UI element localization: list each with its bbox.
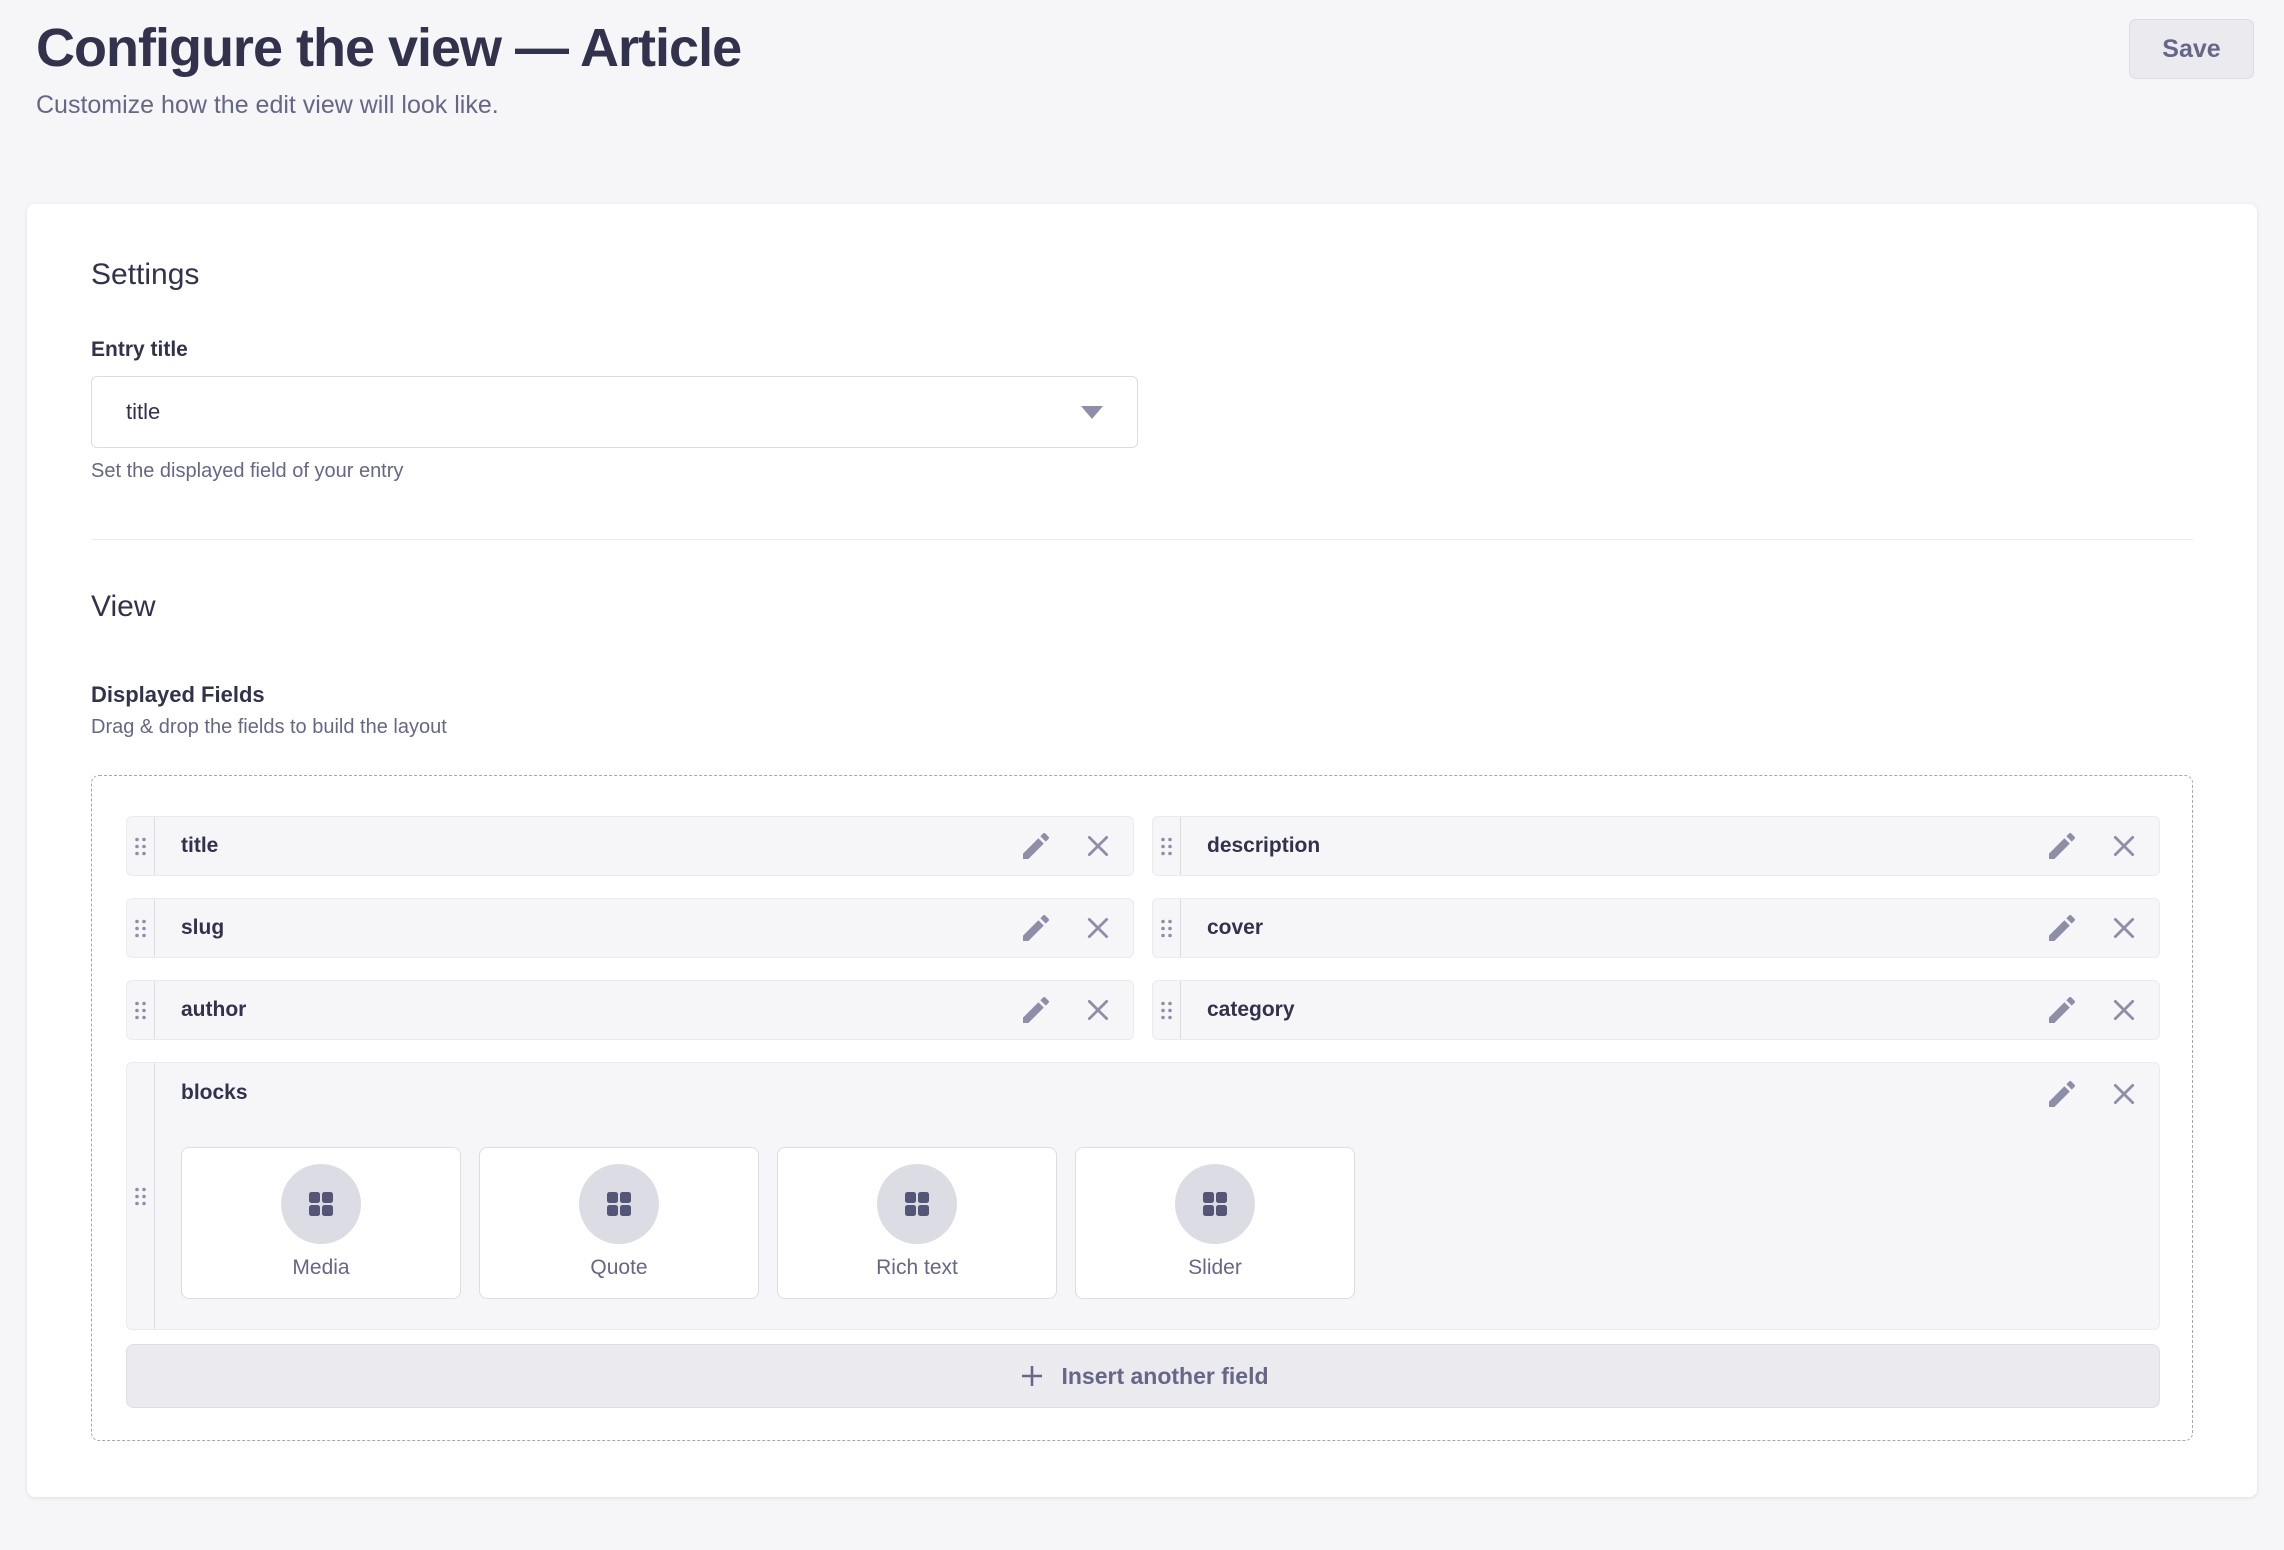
- field-row-slug[interactable]: slug: [126, 898, 1134, 958]
- field-row-blocks[interactable]: blocks Media: [126, 1062, 2160, 1330]
- cross-icon: [1085, 833, 1111, 859]
- configure-view-page: Configure the view — Article Customize h…: [0, 0, 2284, 1497]
- section-divider: [91, 539, 2193, 540]
- component-grid-icon: [307, 1190, 335, 1218]
- cross-icon: [2111, 997, 2137, 1023]
- drag-dots-icon: [134, 1000, 147, 1021]
- entry-title-select-value: title: [126, 399, 160, 425]
- component-grid-icon: [1201, 1190, 1229, 1218]
- remove-field-button[interactable]: [1085, 997, 1111, 1023]
- cross-icon: [1085, 997, 1111, 1023]
- component-icon-circle: [1175, 1164, 1255, 1244]
- edit-field-button[interactable]: [1023, 833, 1049, 859]
- field-name-label: category: [1181, 981, 2049, 1039]
- component-card-media[interactable]: Media: [181, 1147, 461, 1299]
- drag-handle-icon[interactable]: [127, 1063, 155, 1329]
- edit-field-button[interactable]: [2049, 1081, 2075, 1107]
- displayed-fields-label: Displayed Fields: [91, 682, 2193, 708]
- drag-dots-icon: [134, 1186, 147, 1207]
- content-card: Settings Entry title title Set the displ…: [27, 204, 2257, 1497]
- pencil-icon: [2049, 997, 2075, 1023]
- field-row-description[interactable]: description: [1152, 816, 2160, 876]
- cross-icon: [2111, 1081, 2137, 1107]
- fields-drop-zone: title description: [91, 775, 2193, 1441]
- drag-dots-icon: [1160, 836, 1173, 857]
- field-row-cover[interactable]: cover: [1152, 898, 2160, 958]
- save-button[interactable]: Save: [2129, 19, 2254, 79]
- drag-dots-icon: [1160, 918, 1173, 939]
- field-name-label: slug: [155, 899, 1023, 957]
- drag-handle-icon[interactable]: [1153, 981, 1181, 1039]
- drag-handle-icon[interactable]: [127, 817, 155, 875]
- drag-handle-icon[interactable]: [127, 981, 155, 1039]
- component-card-quote[interactable]: Quote: [479, 1147, 759, 1299]
- blocks-content: blocks Media: [155, 1063, 2159, 1329]
- component-label: Quote: [590, 1256, 647, 1280]
- drag-handle-icon[interactable]: [127, 899, 155, 957]
- entry-title-select[interactable]: title: [91, 376, 1138, 448]
- edit-field-button[interactable]: [2049, 915, 2075, 941]
- edit-field-button[interactable]: [1023, 997, 1049, 1023]
- component-label: Media: [292, 1256, 349, 1280]
- displayed-fields-hint: Drag & drop the fields to build the layo…: [91, 716, 2193, 739]
- remove-field-button[interactable]: [2111, 833, 2137, 859]
- component-card-slider[interactable]: Slider: [1075, 1147, 1355, 1299]
- page-header: Configure the view — Article Customize h…: [0, 0, 2284, 120]
- drag-dots-icon: [134, 918, 147, 939]
- view-heading: View: [91, 588, 2193, 626]
- cross-icon: [2111, 833, 2137, 859]
- component-card-rich-text[interactable]: Rich text: [777, 1147, 1057, 1299]
- edit-field-button[interactable]: [1023, 915, 1049, 941]
- field-row-title[interactable]: title: [126, 816, 1134, 876]
- page-title: Configure the view — Article: [36, 16, 2254, 80]
- entry-title-label: Entry title: [91, 338, 2193, 362]
- drag-handle-icon[interactable]: [1153, 817, 1181, 875]
- remove-field-button[interactable]: [2111, 997, 2137, 1023]
- field-name-label: blocks: [181, 1081, 248, 1105]
- remove-field-button[interactable]: [1085, 915, 1111, 941]
- insert-field-button[interactable]: Insert another field: [126, 1344, 2160, 1408]
- remove-field-button[interactable]: [2111, 1081, 2137, 1107]
- component-grid-icon: [903, 1190, 931, 1218]
- edit-field-button[interactable]: [2049, 997, 2075, 1023]
- component-label: Slider: [1188, 1256, 1242, 1280]
- remove-field-button[interactable]: [2111, 915, 2137, 941]
- cross-icon: [1085, 915, 1111, 941]
- entry-title-hint: Set the displayed field of your entry: [91, 460, 2193, 483]
- cross-icon: [2111, 915, 2137, 941]
- components-row: Media Quote Rich text: [181, 1147, 2137, 1299]
- settings-heading: Settings: [91, 256, 2193, 294]
- edit-field-button[interactable]: [2049, 833, 2075, 859]
- field-name-label: description: [1181, 817, 2049, 875]
- chevron-down-icon: [1081, 406, 1103, 419]
- pencil-icon: [1023, 997, 1049, 1023]
- view-section: View Displayed Fields Drag & drop the fi…: [91, 588, 2193, 1441]
- pencil-icon: [2049, 1081, 2075, 1107]
- remove-field-button[interactable]: [1085, 833, 1111, 859]
- pencil-icon: [1023, 833, 1049, 859]
- drag-dots-icon: [134, 836, 147, 857]
- drag-handle-icon[interactable]: [1153, 899, 1181, 957]
- settings-section: Settings Entry title title Set the displ…: [91, 256, 2193, 483]
- page-subtitle: Customize how the edit view will look li…: [36, 90, 2254, 120]
- pencil-icon: [2049, 915, 2075, 941]
- blocks-head: blocks: [181, 1081, 2137, 1107]
- field-name-label: title: [155, 817, 1023, 875]
- field-row-author[interactable]: author: [126, 980, 1134, 1040]
- pencil-icon: [2049, 833, 2075, 859]
- component-icon-circle: [877, 1164, 957, 1244]
- component-grid-icon: [605, 1190, 633, 1218]
- component-icon-circle: [281, 1164, 361, 1244]
- field-name-label: author: [155, 981, 1023, 1039]
- component-icon-circle: [579, 1164, 659, 1244]
- insert-field-label: Insert another field: [1061, 1363, 1268, 1390]
- fields-grid: title description: [126, 816, 2160, 1040]
- field-name-label: cover: [1181, 899, 2049, 957]
- field-row-category[interactable]: category: [1152, 980, 2160, 1040]
- component-label: Rich text: [876, 1256, 958, 1280]
- plus-icon: [1017, 1361, 1047, 1391]
- pencil-icon: [1023, 915, 1049, 941]
- drag-dots-icon: [1160, 1000, 1173, 1021]
